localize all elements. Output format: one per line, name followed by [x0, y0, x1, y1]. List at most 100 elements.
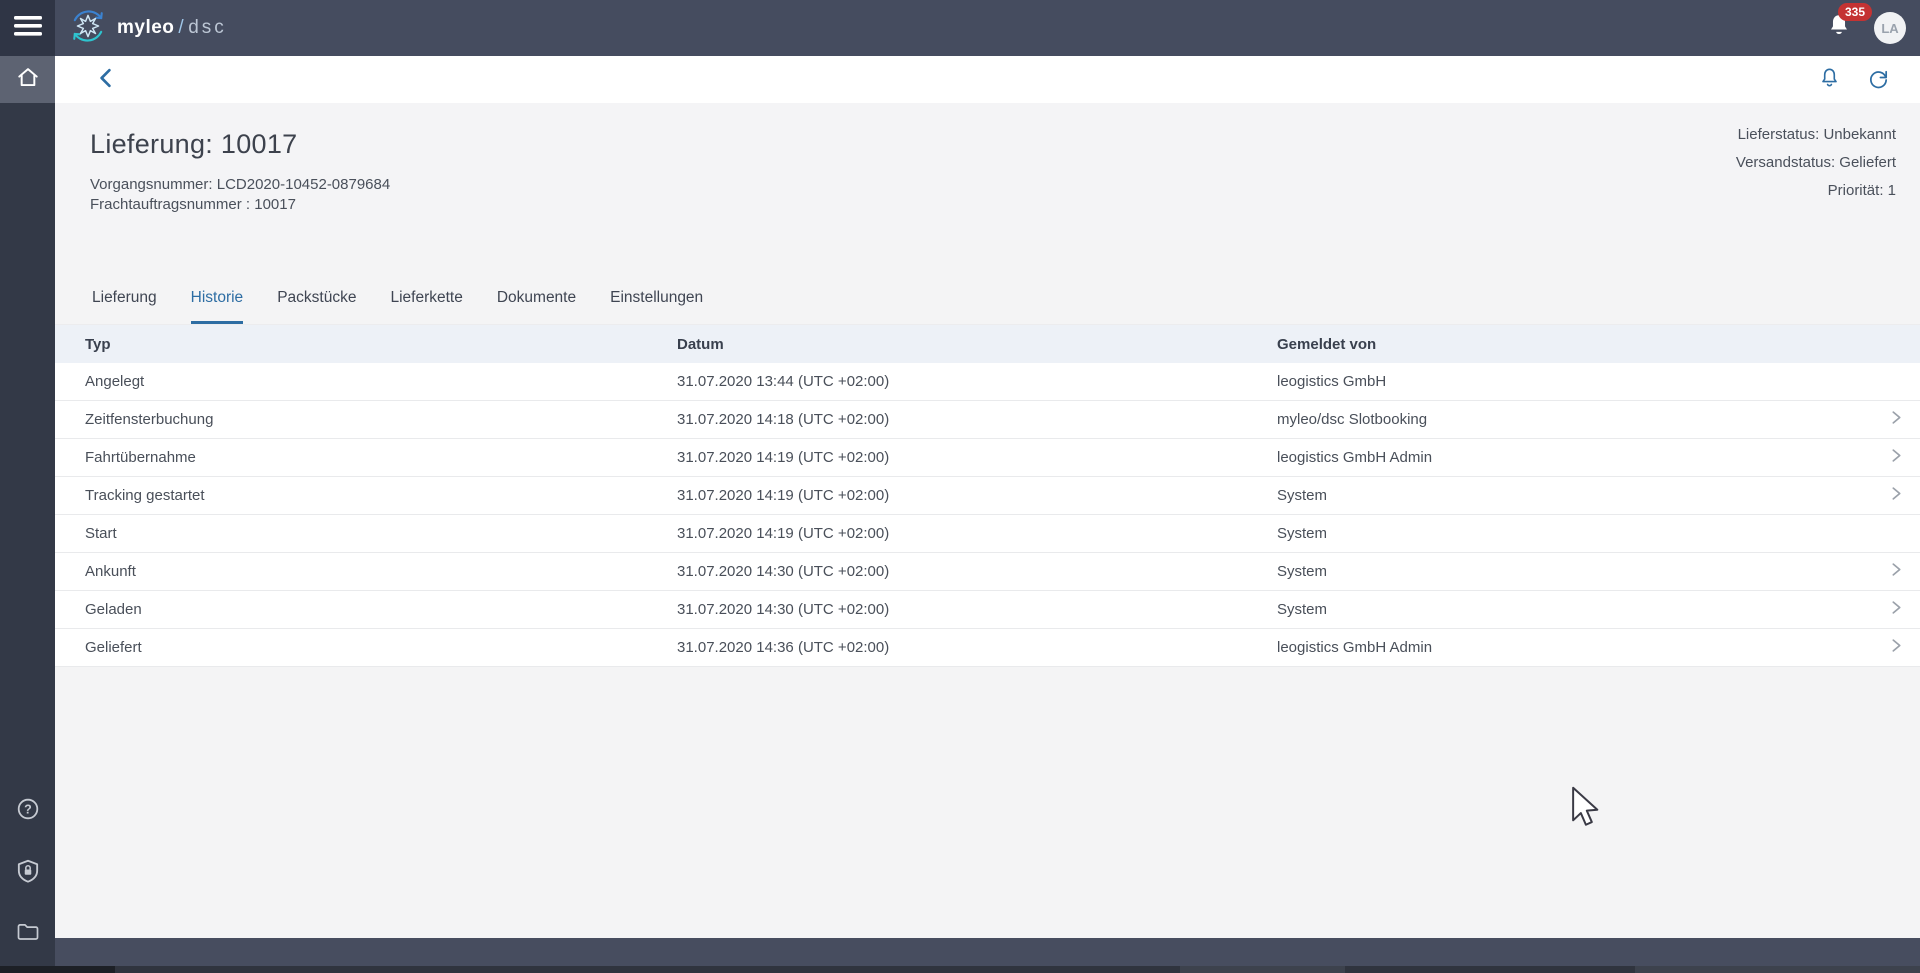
tab-einstellungen[interactable]: Einstellungen [593, 289, 720, 324]
help-button[interactable]: ? [12, 793, 44, 830]
table-row[interactable]: Geliefert31.07.2020 14:36 (UTC +02:00)le… [55, 629, 1920, 667]
gemeldet-von-text: leogistics GmbH Admin [1277, 449, 1432, 466]
tab-label: Dokumente [497, 289, 576, 324]
gemeldet-von-text: leogistics GmbH [1277, 373, 1386, 390]
subscribe-notifications-button[interactable] [1814, 62, 1845, 98]
brand-logo[interactable]: myleo/dsc [69, 7, 227, 50]
table-row[interactable]: Zeitfensterbuchung31.07.2020 14:18 (UTC … [55, 401, 1920, 439]
brand-separator: / [178, 17, 184, 38]
cell-gemeldet-von: System [1277, 486, 1920, 505]
column-header-gemeldet-von: Gemeldet von [1277, 336, 1920, 353]
bottom-edge-strip [0, 966, 1920, 973]
hamburger-icon [13, 13, 43, 44]
cell-datum: 31.07.2020 13:44 (UTC +02:00) [677, 373, 1277, 390]
tab-label: Lieferkette [390, 289, 462, 324]
footer-bar [55, 938, 1920, 966]
tab-label: Lieferung [92, 289, 157, 324]
page-header: Lieferung: 10017 Vorgangsnummer: LCD2020… [55, 103, 1920, 240]
tab-dokumente[interactable]: Dokumente [480, 289, 593, 324]
back-button[interactable] [93, 64, 118, 95]
column-header-typ: Typ [85, 336, 677, 353]
page-title: Lieferung: 10017 [90, 129, 297, 160]
cell-datum: 31.07.2020 14:30 (UTC +02:00) [677, 601, 1277, 618]
table-row[interactable]: Geladen31.07.2020 14:30 (UTC +02:00)Syst… [55, 591, 1920, 629]
row-detail-chevron-icon[interactable] [1891, 600, 1902, 619]
row-detail-chevron-icon[interactable] [1891, 486, 1902, 505]
row-detail-chevron-icon[interactable] [1891, 638, 1902, 657]
avatar[interactable]: LA [1874, 12, 1906, 44]
cell-datum: 31.07.2020 14:30 (UTC +02:00) [677, 563, 1277, 580]
history-table-body: Angelegt31.07.2020 13:44 (UTC +02:00)leo… [55, 363, 1920, 667]
gemeldet-von-text: leogistics GmbH Admin [1277, 639, 1432, 656]
myleo-logo-icon [69, 7, 107, 50]
frachtauftragsnummer: Frachtauftragsnummer : 10017 [90, 195, 390, 215]
notification-count-badge: 335 [1838, 3, 1872, 21]
shield-lock-icon [16, 859, 40, 888]
cell-datum: 31.07.2020 14:18 (UTC +02:00) [677, 411, 1277, 428]
row-detail-chevron-icon[interactable] [1891, 410, 1902, 429]
content-filler [55, 667, 1920, 938]
row-detail-chevron-icon[interactable] [1891, 562, 1902, 581]
table-row[interactable]: Ankunft31.07.2020 14:30 (UTC +02:00)Syst… [55, 553, 1920, 591]
main-content: Lieferung: 10017 Vorgangsnummer: LCD2020… [55, 56, 1920, 966]
cell-gemeldet-von: leogistics GmbH Admin [1277, 638, 1920, 657]
help-icon: ? [16, 797, 40, 826]
cell-typ: Zeitfensterbuchung [85, 411, 677, 428]
lieferstatus: Lieferstatus: Unbekannt [1736, 121, 1896, 149]
cell-datum: 31.07.2020 14:19 (UTC +02:00) [677, 487, 1277, 504]
cell-typ: Geladen [85, 601, 677, 618]
tab-bar: Lieferung Historie Packstücke Lieferkette Do… [55, 240, 1920, 325]
brand-secondary: dsc [188, 17, 227, 38]
table-row: Start31.07.2020 14:19 (UTC +02:00)System [55, 515, 1920, 553]
header-subtitles: Vorgangsnummer: LCD2020-10452-0879684 Fr… [90, 175, 390, 215]
gemeldet-von-text: myleo/dsc Slotbooking [1277, 411, 1427, 428]
cell-typ: Geliefert [85, 639, 677, 656]
privacy-button[interactable] [12, 855, 44, 892]
svg-text:?: ? [24, 802, 32, 816]
sidebar-bottom: ? [0, 793, 55, 952]
cell-gemeldet-von: leogistics GmbH [1277, 373, 1920, 390]
sidebar-item-home[interactable] [0, 56, 55, 103]
tab-historie[interactable]: Historie [174, 289, 261, 324]
tab-label: Historie [191, 289, 244, 324]
history-table: Typ Datum Gemeldet von Angelegt31.07.202… [55, 325, 1920, 667]
topbar-right: 335 LA [1826, 12, 1920, 45]
cell-gemeldet-von: myleo/dsc Slotbooking [1277, 410, 1920, 429]
cell-typ: Angelegt [85, 373, 677, 390]
folder-icon [16, 921, 40, 948]
tab-lieferung[interactable]: Lieferung [75, 289, 174, 324]
vorgangsnummer: Vorgangsnummer: LCD2020-10452-0879684 [90, 175, 390, 195]
tab-packstücke[interactable]: Packstücke [260, 289, 373, 324]
toolbar [55, 56, 1920, 103]
table-row[interactable]: Fahrtübernahme31.07.2020 14:19 (UTC +02:… [55, 439, 1920, 477]
tab-label: Packstücke [277, 289, 356, 324]
sidebar: ? [0, 56, 55, 966]
cell-typ: Fahrtübernahme [85, 449, 677, 466]
tab-lieferkette[interactable]: Lieferkette [373, 289, 479, 324]
cell-datum: 31.07.2020 14:19 (UTC +02:00) [677, 449, 1277, 466]
notifications-button[interactable]: 335 [1826, 12, 1852, 45]
back-chevron-icon [97, 68, 114, 91]
cell-typ: Start [85, 525, 677, 542]
column-header-datum: Datum [677, 336, 1277, 353]
topbar: myleo/dsc 335 LA [0, 0, 1920, 56]
cell-typ: Ankunft [85, 563, 677, 580]
bell-outline-icon [1818, 66, 1841, 94]
table-header-row: Typ Datum Gemeldet von [55, 325, 1920, 363]
cell-gemeldet-von: leogistics GmbH Admin [1277, 448, 1920, 467]
gemeldet-von-text: System [1277, 563, 1327, 580]
row-detail-chevron-icon[interactable] [1891, 448, 1902, 467]
table-row: Angelegt31.07.2020 13:44 (UTC +02:00)leo… [55, 363, 1920, 401]
refresh-button[interactable] [1863, 63, 1894, 97]
cell-gemeldet-von: System [1277, 525, 1920, 542]
home-icon [16, 66, 40, 93]
versandstatus: Versandstatus: Geliefert [1736, 149, 1896, 177]
gemeldet-von-text: System [1277, 601, 1327, 618]
hamburger-menu-button[interactable] [0, 0, 55, 56]
archive-button[interactable] [12, 917, 44, 952]
refresh-icon [1867, 67, 1890, 93]
cell-typ: Tracking gestartet [85, 487, 677, 504]
table-row[interactable]: Tracking gestartet31.07.2020 14:19 (UTC … [55, 477, 1920, 515]
cell-datum: 31.07.2020 14:36 (UTC +02:00) [677, 639, 1277, 656]
bell-icon [1826, 27, 1852, 44]
